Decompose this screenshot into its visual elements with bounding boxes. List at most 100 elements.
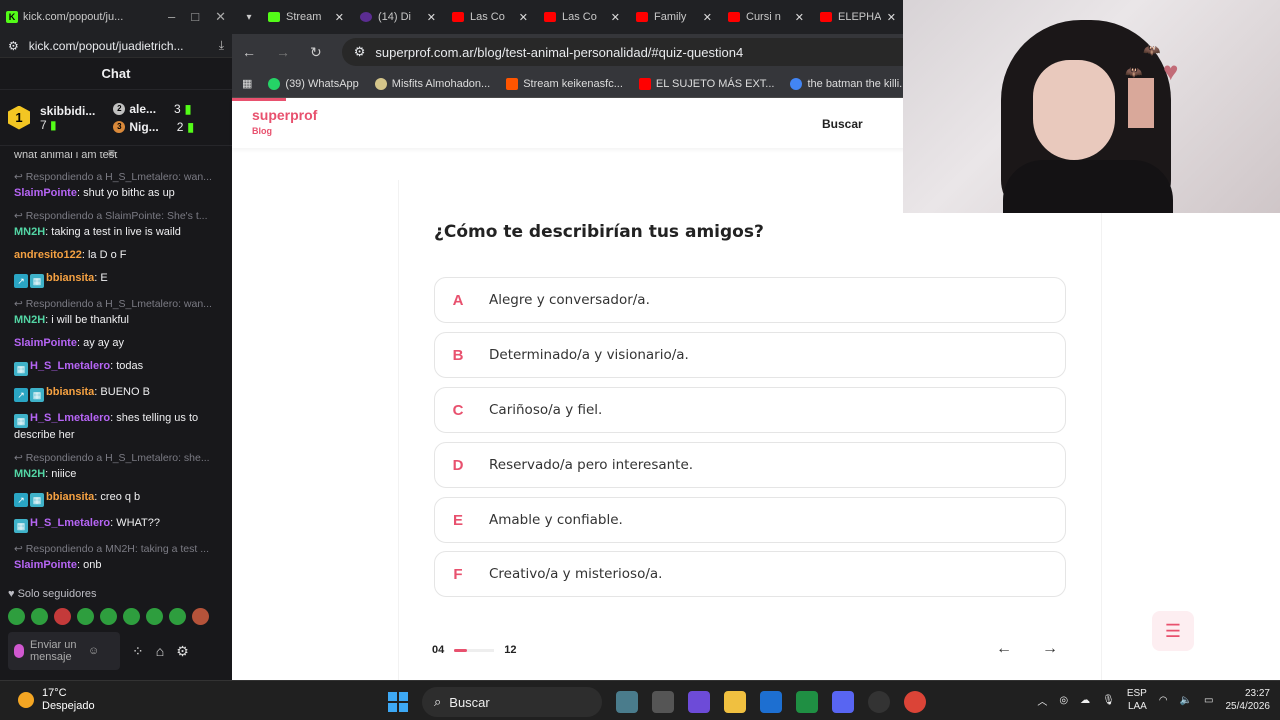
store-icon[interactable]: ⌂ bbox=[156, 643, 164, 660]
download-icon[interactable]: ⤓ bbox=[219, 38, 224, 53]
bookmark-item[interactable]: Misfits Almohadon... bbox=[374, 77, 490, 90]
apps-grid-icon[interactable]: ▦ bbox=[242, 77, 252, 90]
close-tab-icon[interactable]: ✕ bbox=[519, 11, 528, 24]
emote-icon[interactable] bbox=[77, 608, 94, 625]
reply-context[interactable]: ↩ Respondiendo a SlaimPointe: She's t... bbox=[14, 209, 218, 223]
emoji-icon[interactable]: ☺ bbox=[88, 645, 99, 657]
community-icon[interactable]: ⁘ bbox=[132, 643, 144, 660]
quiz-option-b[interactable]: B Determinado/a y visionario/a. bbox=[434, 332, 1066, 378]
language-indicator[interactable]: ESP LAA bbox=[1127, 687, 1147, 713]
chat-username[interactable]: MN2H bbox=[14, 226, 45, 238]
close-tab-icon[interactable]: ✕ bbox=[887, 11, 896, 24]
chrome-icon[interactable] bbox=[904, 691, 926, 713]
emote-icon[interactable] bbox=[54, 608, 71, 625]
close-tab-icon[interactable]: ✕ bbox=[611, 11, 620, 24]
browser-tab[interactable]: Stream ✕ bbox=[260, 2, 352, 32]
weather-widget[interactable]: 17°C Despejado bbox=[18, 687, 95, 713]
leader-3-name[interactable]: Nig... bbox=[129, 120, 158, 134]
emote-icon[interactable] bbox=[31, 608, 48, 625]
bookmark-item[interactable]: the batman the killi... bbox=[790, 77, 908, 90]
emote-icon[interactable] bbox=[123, 608, 140, 625]
discord-icon[interactable] bbox=[832, 691, 854, 713]
quiz-option-a[interactable]: A Alegre y conversador/a. bbox=[434, 277, 1066, 323]
browser-tab[interactable]: (14) Di ✕ bbox=[352, 2, 444, 32]
emote-icon[interactable] bbox=[100, 608, 117, 625]
close-tab-icon[interactable]: ✕ bbox=[427, 11, 436, 24]
leader-1-name[interactable]: skibbidi... bbox=[40, 104, 95, 118]
chat-message-input[interactable]: Enviar un mensaje ☺ bbox=[8, 632, 120, 670]
browser-tab[interactable]: Cursi n ✕ bbox=[720, 2, 812, 32]
chat-username[interactable]: bbiansita bbox=[46, 491, 94, 503]
bookmark-item[interactable]: (39) WhatsApp bbox=[268, 77, 359, 90]
settings-gear-icon[interactable]: ⚙ bbox=[176, 643, 189, 660]
chat-username[interactable]: SlaimPointe bbox=[14, 187, 77, 199]
browser-tab[interactable]: Las Co ✕ bbox=[536, 2, 628, 32]
next-question-arrow-icon[interactable]: → bbox=[1042, 640, 1058, 658]
microphone-icon[interactable]: 🎙 bbox=[1102, 695, 1115, 706]
chat-url[interactable]: kick.com/popout/juadietrich... bbox=[29, 39, 184, 53]
app-icon[interactable] bbox=[616, 691, 638, 713]
chat-username[interactable]: MN2H bbox=[14, 468, 45, 480]
close-tab-icon[interactable]: ✕ bbox=[795, 11, 804, 24]
leader-2-name[interactable]: ale... bbox=[129, 102, 156, 116]
bookmark-item[interactable]: EL SUJETO MÁS EXT... bbox=[638, 77, 774, 90]
onedrive-icon[interactable]: ☁ bbox=[1080, 695, 1090, 706]
reply-context[interactable]: ↩ Respondiendo a H_S_Lmetalero: she... bbox=[14, 451, 218, 465]
reply-context[interactable]: ↩ Respondiendo a MN2H: taking a test ... bbox=[14, 542, 218, 556]
excel-icon[interactable] bbox=[796, 691, 818, 713]
quiz-option-f[interactable]: F Creativo/a y misterioso/a. bbox=[434, 551, 1066, 597]
close-icon[interactable]: ✕ bbox=[215, 9, 226, 25]
back-arrow-icon[interactable]: ← bbox=[242, 44, 256, 60]
chat-username[interactable]: SlaimPointe bbox=[14, 559, 77, 571]
volume-icon[interactable]: 🔈 bbox=[1180, 695, 1192, 706]
reload-icon[interactable]: ↻ bbox=[310, 44, 322, 61]
emote-icon[interactable] bbox=[192, 608, 209, 625]
quiz-option-e[interactable]: E Amable y confiable. bbox=[434, 497, 1066, 543]
superprof-logo[interactable]: superprof Blog bbox=[252, 108, 317, 138]
browser-tab[interactable]: ELEPHA ✕ bbox=[812, 2, 904, 32]
reply-context[interactable]: ↩ Respondiendo a H_S_Lmetalero: wan... bbox=[14, 297, 218, 311]
close-tab-icon[interactable]: ✕ bbox=[335, 11, 344, 24]
forward-arrow-icon[interactable]: → bbox=[276, 44, 290, 60]
tray-app-icon[interactable]: ◎ bbox=[1059, 695, 1068, 706]
wifi-icon[interactable]: ◠ bbox=[1159, 695, 1168, 706]
file-explorer-icon[interactable] bbox=[724, 691, 746, 713]
bookmark-item[interactable]: Stream keikenasfc... bbox=[506, 77, 623, 90]
emote-icon[interactable] bbox=[8, 608, 25, 625]
site-search-button[interactable]: Buscar bbox=[822, 117, 863, 131]
close-tab-icon[interactable]: ✕ bbox=[703, 11, 712, 24]
quiz-option-c[interactable]: C Cariñoso/a y fiel. bbox=[434, 387, 1066, 433]
task-view-icon[interactable] bbox=[652, 691, 674, 713]
url-input[interactable]: ⚙ superprof.com.ar/blog/test-animal-pers… bbox=[341, 38, 922, 66]
chat-username[interactable]: MN2H bbox=[14, 314, 45, 326]
maximize-icon[interactable]: □ bbox=[191, 9, 199, 25]
windows-start-icon[interactable] bbox=[388, 692, 408, 712]
microphone-icon[interactable] bbox=[14, 644, 24, 658]
clock[interactable]: 23:27 25/4/2026 bbox=[1226, 687, 1271, 713]
emote-icon[interactable] bbox=[169, 608, 186, 625]
chat-username[interactable]: bbiansita bbox=[46, 386, 94, 398]
browser-tab[interactable]: Family ✕ bbox=[628, 2, 720, 32]
emote-icon[interactable] bbox=[146, 608, 163, 625]
taskbar-search[interactable]: ⌕ Buscar bbox=[422, 687, 602, 717]
chat-username[interactable]: SlaimPointe bbox=[14, 337, 77, 349]
chat-username[interactable]: H_S_Lmetalero bbox=[30, 412, 110, 424]
tab-search-icon[interactable]: ▾ bbox=[238, 12, 260, 23]
copilot-icon[interactable] bbox=[688, 691, 710, 713]
minimize-icon[interactable]: – bbox=[168, 9, 175, 25]
browser-tab[interactable]: Las Co ✕ bbox=[444, 2, 536, 32]
quiz-option-d[interactable]: D Reservado/a pero interesante. bbox=[434, 442, 1066, 488]
chat-username[interactable]: H_S_Lmetalero bbox=[30, 517, 110, 529]
battery-icon[interactable]: ▭ bbox=[1204, 695, 1213, 706]
chat-username[interactable]: andresito122 bbox=[14, 249, 82, 261]
site-settings-icon[interactable]: ⚙ bbox=[8, 39, 19, 53]
chat-username[interactable]: H_S_Lmetalero bbox=[30, 360, 110, 372]
word-icon[interactable] bbox=[760, 691, 782, 713]
site-info-icon[interactable]: ⚙ bbox=[354, 44, 366, 60]
obs-icon[interactable] bbox=[868, 691, 890, 713]
chat-username[interactable]: bbiansita bbox=[46, 272, 94, 284]
reply-context[interactable]: ↩ Respondiendo a H_S_Lmetalero: wan... bbox=[14, 170, 218, 184]
previous-question-arrow-icon[interactable]: ← bbox=[996, 640, 1012, 658]
tray-overflow-icon[interactable]: ︿ bbox=[1037, 693, 1047, 708]
table-of-contents-icon[interactable]: ☰ bbox=[1152, 611, 1194, 651]
